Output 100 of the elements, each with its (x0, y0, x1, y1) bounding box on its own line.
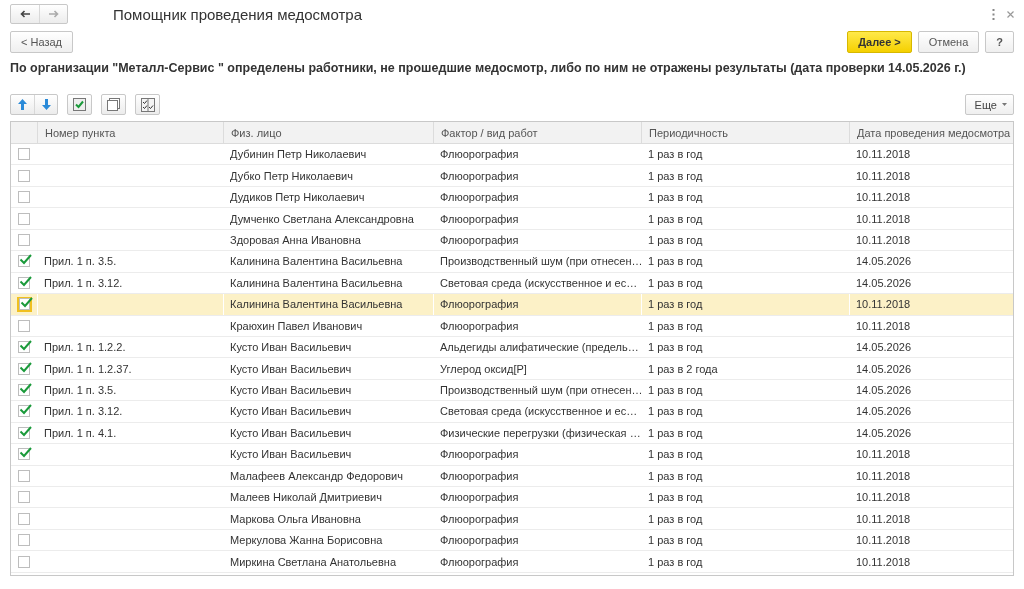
table-cell-text: 1 раз в год (647, 254, 704, 270)
checked-box-icon (73, 98, 86, 111)
table-cell-text: Флюорография (439, 232, 520, 248)
table-cell-text: Флюорография (439, 211, 520, 227)
table-cell-text: Флюорография (439, 554, 520, 570)
row-checkbox[interactable] (18, 319, 30, 332)
table-cell-text: 14.05.2026 (855, 254, 913, 270)
table-cell-text: Здоровая Анна Ивановна (229, 232, 362, 248)
row-checkbox[interactable] (18, 255, 30, 268)
forward-arrow-icon (48, 10, 59, 18)
row-checkbox[interactable] (18, 534, 30, 547)
table-cell-text: Флюорография (439, 533, 520, 549)
table-cell-text: 1 раз в год (647, 554, 704, 570)
row-checkbox[interactable] (18, 169, 30, 182)
row-checkbox[interactable] (18, 448, 30, 461)
row-checkbox[interactable] (18, 469, 30, 482)
table-cell-text: Световая среда (искусственное и ес… (439, 275, 639, 291)
table-cell-text: 10.11.2018 (855, 232, 912, 248)
table-cell-text: Калинина Валентина Васильевна (229, 254, 404, 270)
table-cell-text: Думченко Светлана Александровна (229, 211, 415, 227)
table-cell-text: Прил. 1 п. 3.5. (43, 254, 118, 270)
table-cell-text: Миркина Светлана Анатольевна (229, 554, 397, 570)
table-cell-text: 14.05.2026 (855, 404, 913, 420)
table-cell-text: 10.11.2018 (855, 168, 912, 184)
column-header[interactable]: Периодичность (641, 122, 849, 143)
row-checkbox[interactable] (18, 276, 30, 289)
table-cell-text: 14.05.2026 (855, 383, 913, 399)
table-cell-text: Световая среда (искусственное и ес… (439, 404, 639, 420)
row-checkbox[interactable] (18, 426, 30, 439)
table-cell-text: Кусто Иван Васильевич (229, 383, 353, 399)
table-cell-text: 10.11.2018 (855, 490, 912, 506)
table-cell-text: 1 раз в год (647, 404, 704, 420)
row-checkbox[interactable] (18, 362, 30, 375)
table-cell-text: Углерод оксид[Р] (439, 361, 528, 377)
table-cell-text: 10.11.2018 (855, 190, 912, 206)
next-button[interactable]: Далее > (847, 31, 912, 53)
table-row[interactable]: Прил. 1 п. 3.12. Кусто Иван Васильевич Световая среда (искусственное и ес… 1 раз в год 14.05.2026 (11, 401, 1013, 423)
more-vertical-icon (992, 8, 995, 20)
table-cell-text: Дубинин Петр Николаевич (229, 147, 368, 163)
table-cell-text: Кусто Иван Васильевич (229, 340, 353, 356)
table-cell-text: 1 раз в год (647, 425, 704, 441)
table-cell-text: 14.05.2026 (855, 361, 913, 377)
more-button[interactable]: Еще (964, 94, 1014, 115)
table-cell-text: Калинина Валентина Васильевна (229, 275, 404, 291)
row-checkbox[interactable] (18, 491, 30, 504)
column-header[interactable]: Физ. лицо (223, 122, 433, 143)
table-cell-text: 1 раз в год (647, 275, 704, 291)
table-cell: Флюорография (433, 294, 641, 315)
table-cell-text: 14.05.2026 (855, 275, 913, 291)
column-header[interactable]: Номер пункта (37, 122, 223, 143)
table-cell-text: 14.05.2026 (855, 340, 913, 356)
table-cell-text: Физические перегрузки (физическая … (439, 425, 641, 441)
table-cell: 10.11.2018 (849, 294, 1013, 315)
table-cell-text: 10.11.2018 (855, 533, 912, 549)
table-cell-text: 1 раз в год (647, 383, 704, 399)
row-checkbox[interactable] (18, 148, 30, 161)
table-cell-text: 1 раз в год (647, 468, 704, 484)
table-cell-text: Дудиков Петр Николаевич (229, 190, 366, 206)
table-row[interactable]: Калинина Валентина Васильевна Флюорография 1 раз в год 10.11.2018 (11, 294, 1013, 316)
row-checkbox[interactable] (18, 405, 30, 418)
window-title: Помощник проведения медосмотра (113, 5, 363, 23)
row-checkbox[interactable] (18, 384, 30, 397)
row-checkbox[interactable] (18, 233, 30, 246)
table-cell-text: 1 раз в год (647, 190, 704, 206)
table-cell-text: 1 раз в 2 года (647, 361, 719, 377)
table-cell-text: Флюорография (439, 468, 520, 484)
table-cell-text: 1 раз в год (647, 490, 704, 506)
row-checkbox[interactable] (18, 191, 30, 204)
table-cell-text: Малеев Николай Дмитриевич (229, 490, 383, 506)
help-button[interactable]: ? (985, 31, 1014, 53)
table-cell-text: 10.11.2018 (855, 511, 912, 527)
back-step-button[interactable]: < Назад (10, 31, 73, 53)
column-header[interactable]: Фактор / вид работ (433, 122, 641, 143)
table-cell-text: Флюорография (439, 490, 520, 506)
table-cell-text: 1 раз в год (647, 447, 704, 463)
table-row[interactable]: Прил. 1 п. 3.5. Калинина Валентина Васильевна Производственный шум (при отнесен… 1 раз в год 14.05.2026 (11, 251, 1013, 273)
table-cell-text: Флюорография (439, 168, 520, 184)
close-icon (1007, 10, 1014, 18)
table-cell-text: 10.11.2018 (855, 318, 912, 334)
row-checkbox[interactable] (18, 298, 30, 311)
row-checkbox[interactable] (18, 341, 30, 354)
table-cell-text: Флюорография (439, 511, 520, 527)
cancel-button[interactable]: Отмена (917, 31, 980, 53)
table-cell-text: 10.11.2018 (855, 554, 912, 570)
table-cell-text: Альдегиды алифатические (предель… (439, 340, 640, 356)
caret-icon (1002, 103, 1007, 106)
row-checkbox[interactable] (18, 555, 30, 568)
row-checkbox[interactable] (18, 512, 30, 525)
table-cell-text: Кусто Иван Васильевич (229, 447, 353, 463)
table-cell-text: 1 раз в год (647, 318, 704, 334)
table-row[interactable]: Кусто Иван Васильевич Флюорография 1 раз в год 10.11.2018 (11, 444, 1013, 466)
empty-box-icon (107, 98, 120, 111)
table-cell-text: Кусто Иван Васильевич (229, 425, 353, 441)
table-cell-text: Прил. 1 п. 3.12. (43, 275, 124, 291)
column-header[interactable]: Дата проведения медосмотра (849, 122, 1013, 143)
table-cell-text: 10.11.2018 (855, 147, 912, 163)
back-arrow-icon (19, 10, 31, 18)
table-cell-text: 14.05.2026 (855, 425, 913, 441)
row-checkbox[interactable] (18, 212, 30, 225)
table-cell-text: 1 раз в год (647, 168, 704, 184)
